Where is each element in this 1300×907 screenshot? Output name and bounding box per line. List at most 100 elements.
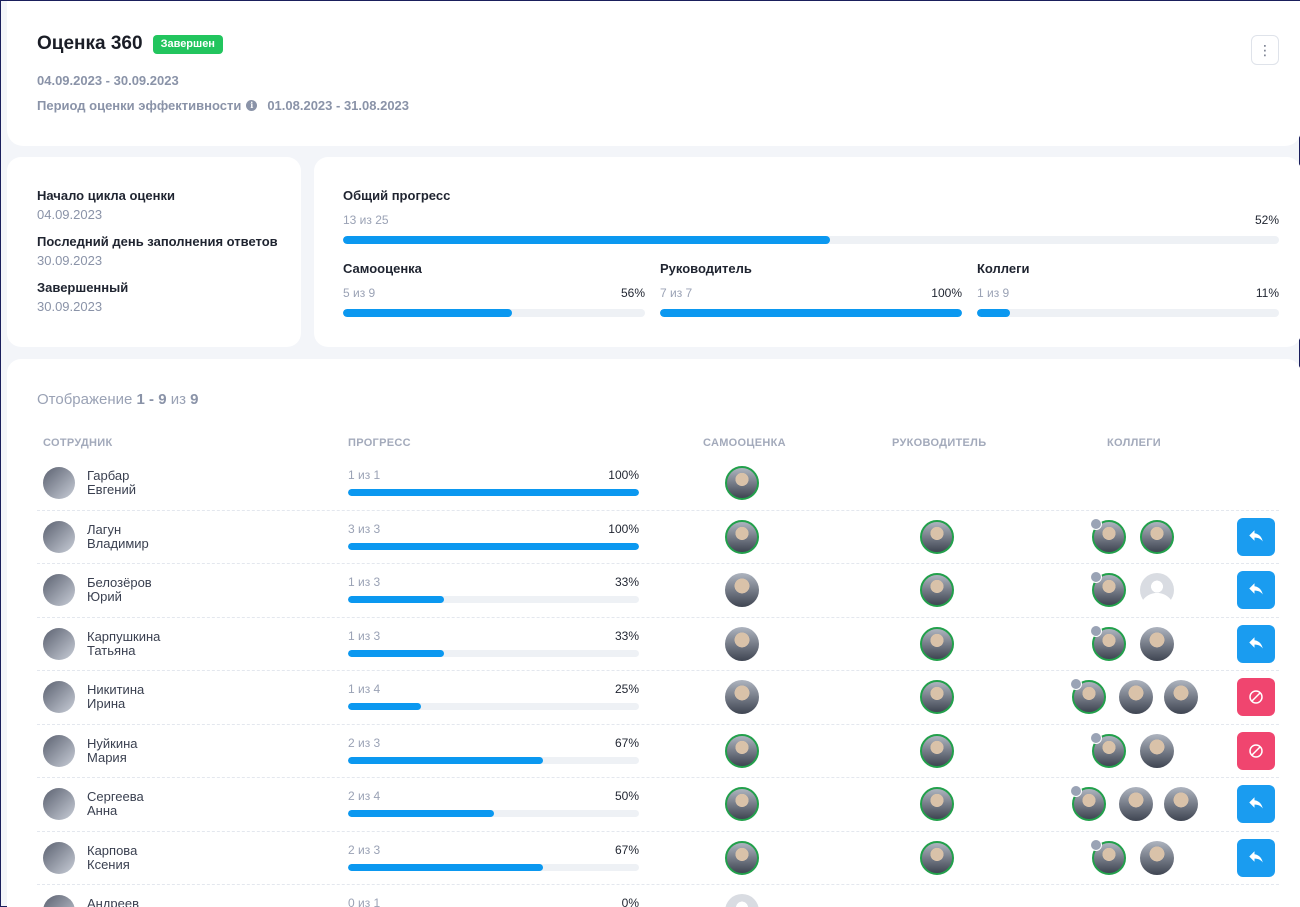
colleagues-progress-count: 1 из 9: [977, 286, 1010, 300]
employee-name[interactable]: Никитина Ирина: [87, 683, 144, 711]
employee-avatar: [43, 627, 75, 660]
start-info: Начало цикла оценки 04.09.2023: [37, 188, 175, 222]
colleague-avatar[interactable]: [1119, 680, 1153, 714]
employee-avatar: [43, 681, 75, 713]
employee-last-name: Никитина: [87, 682, 145, 697]
reply-icon: [1249, 850, 1263, 862]
cycle-dates: 04.09.2023 - 30.09.2023: [37, 73, 179, 88]
employee-first-name: Юрий: [87, 589, 122, 604]
self-assessment-avatar[interactable]: [725, 466, 759, 500]
finished-info: Завершенный 30.09.2023: [37, 280, 128, 314]
row-progress-count: 2 из 3: [348, 842, 381, 857]
row-progress-count: 3 из 3: [348, 521, 381, 536]
resend-button[interactable]: [1237, 838, 1275, 877]
table-row[interactable]: Андреев 0 из 1 0%: [37, 885, 1279, 907]
colleague-avatar[interactable]: [1140, 626, 1174, 661]
employee-avatar: [43, 788, 75, 820]
self-assessment-avatar[interactable]: [725, 519, 759, 554]
employee-first-name: Мария: [87, 749, 127, 765]
table-row[interactable]: Карпова Ксения 2 из 3 67%: [37, 832, 1279, 885]
row-progress-bar: [348, 596, 639, 603]
row-progress-count: 0 из 1: [348, 896, 381, 907]
column-header-progress[interactable]: ПРОГРЕСС: [348, 437, 411, 449]
row-progress-count: 2 из 4: [348, 789, 381, 803]
table-row[interactable]: Лагун Владимир 3 из 3 100%: [37, 511, 1279, 564]
employee-first-name: Ксения: [87, 856, 130, 872]
self-assessment-avatar[interactable]: [725, 680, 759, 714]
self-progress-count: 5 из 9: [343, 286, 376, 300]
manager-avatar[interactable]: [920, 519, 954, 554]
employee-name[interactable]: Гарбар Евгений: [87, 469, 136, 497]
manager-progress-fill: [660, 309, 962, 317]
period-range: 01.08.2023 - 31.08.2023: [267, 98, 410, 113]
employee-name[interactable]: Андреев: [87, 897, 139, 907]
row-progress-bar: [348, 542, 639, 550]
deadline-value: 30.09.2023: [37, 253, 103, 268]
employee-name[interactable]: Лагун Владимир: [87, 522, 149, 551]
resend-button[interactable]: [1237, 624, 1275, 663]
manager-avatar[interactable]: [920, 733, 954, 768]
employee-name[interactable]: Нуйкина Мария: [87, 736, 138, 765]
employee-first-name: Евгений: [87, 482, 136, 497]
row-progress-count: 1 из 4: [348, 682, 381, 696]
column-header-colleagues[interactable]: КОЛЛЕГИ: [1107, 437, 1161, 449]
table-row[interactable]: Никитина Ирина 1 из 4 25%: [37, 671, 1279, 725]
row-progress-fill: [348, 810, 494, 817]
manager-avatar[interactable]: [920, 787, 954, 821]
self-progress-fill: [343, 309, 513, 317]
resend-button[interactable]: [1237, 785, 1275, 823]
self-assessment-avatar[interactable]: [725, 733, 759, 768]
table-row[interactable]: Карпушкина Татьяна 1 из 3 33%: [37, 618, 1279, 671]
showing-total: 9: [190, 391, 199, 408]
self-assessment-avatar[interactable]: [725, 787, 759, 821]
self-assessment-avatar[interactable]: [725, 573, 759, 607]
colleague-avatar[interactable]: [1140, 519, 1174, 554]
manager-avatar[interactable]: [920, 680, 954, 714]
employee-name[interactable]: Карпушкина Татьяна: [87, 629, 160, 658]
employee-name[interactable]: Белозёров Юрий: [87, 576, 152, 604]
manager-avatar[interactable]: [920, 840, 954, 875]
status-dot: [1090, 731, 1102, 744]
table-row[interactable]: Нуйкина Мария 2 из 3 67%: [37, 725, 1279, 778]
colleague-avatar[interactable]: [1164, 787, 1198, 821]
column-header-employee[interactable]: СОТРУДНИК: [43, 437, 113, 449]
colleague-avatar[interactable]: [1119, 787, 1153, 821]
row-progress-fill: [348, 703, 421, 710]
table-row[interactable]: Белозёров Юрий 1 из 3 33%: [37, 564, 1279, 618]
overall-progress-label: Общий прогресс: [343, 188, 451, 203]
reply-icon: [1249, 797, 1263, 809]
self-assessment-avatar[interactable]: [725, 894, 759, 907]
page-title: Оценка 360: [37, 33, 143, 54]
manager-avatar[interactable]: [920, 573, 954, 607]
colleague-avatar[interactable]: [1140, 573, 1174, 607]
colleague-avatar[interactable]: [1140, 840, 1174, 875]
resend-button[interactable]: [1237, 571, 1275, 609]
self-assessment-avatar[interactable]: [725, 626, 759, 661]
info-icon[interactable]: i: [246, 100, 258, 111]
manager-avatar[interactable]: [920, 626, 954, 661]
employee-name[interactable]: Сергеева Анна: [87, 790, 144, 818]
employee-first-name: Владимир: [87, 535, 149, 551]
table-row[interactable]: Сергеева Анна 2 из 4 50%: [37, 778, 1279, 832]
resend-button[interactable]: [1237, 517, 1275, 556]
column-header-manager[interactable]: РУКОВОДИТЕЛЬ: [892, 437, 986, 449]
row-progress-bar: [348, 703, 639, 710]
table-row[interactable]: Гарбар Евгений 1 из 1 100%: [37, 457, 1279, 511]
block-icon: [1249, 743, 1263, 758]
row-progress-count: 1 из 3: [348, 575, 381, 589]
cancel-button[interactable]: [1237, 731, 1275, 770]
row-progress-pct: 67%: [614, 842, 639, 857]
kebab-menu-button[interactable]: ⋮: [1251, 35, 1279, 65]
employee-name[interactable]: Карпова Ксения: [87, 843, 137, 872]
column-header-self[interactable]: САМООЦЕНКА: [703, 437, 786, 449]
deadline-label: Последний день заполнения ответов: [37, 234, 278, 249]
reply-icon: [1249, 636, 1263, 648]
cancel-button[interactable]: [1237, 678, 1275, 716]
employee-avatar: [43, 734, 75, 767]
row-progress-fill: [348, 542, 639, 550]
showing-summary: Отображение 1 - 9 из 9: [37, 391, 199, 408]
self-assessment-avatar[interactable]: [725, 840, 759, 875]
colleague-avatar[interactable]: [1140, 733, 1174, 768]
cycle-info-card: Начало цикла оценки 04.09.2023 Последний…: [7, 157, 301, 347]
colleague-avatar[interactable]: [1164, 680, 1198, 714]
